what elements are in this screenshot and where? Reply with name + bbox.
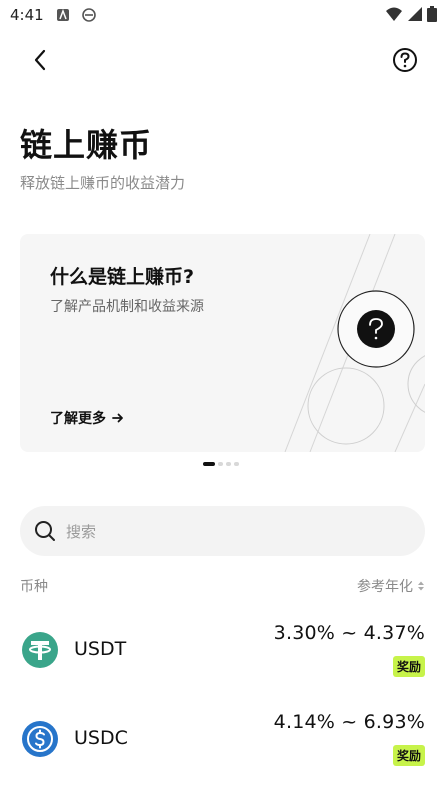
learn-more-label: 了解更多 xyxy=(50,411,106,427)
coin-apr: 4.14% ~ 6.93% xyxy=(273,711,425,733)
list-header: 币种 参考年化 xyxy=(20,576,425,596)
top-nav xyxy=(0,36,445,80)
signal-icon xyxy=(408,7,422,21)
arrow-right-icon xyxy=(112,413,123,423)
column-header-coin: 币种 xyxy=(20,579,48,595)
chevron-left-icon xyxy=(34,49,46,71)
back-button[interactable] xyxy=(22,42,58,78)
list-item[interactable]: USDC 4.14% ~ 6.93% 奖励 xyxy=(20,705,425,775)
search-icon xyxy=(35,521,55,541)
search-placeholder: 搜索 xyxy=(66,522,97,541)
carousel-indicator xyxy=(203,462,239,466)
info-banner[interactable]: 什么是链上赚币? 了解产品机制和收益来源 了解更多 xyxy=(20,234,425,452)
page-title: 链上赚币 xyxy=(20,126,153,164)
sort-by-apr-button[interactable]: 参考年化 xyxy=(357,576,425,596)
sort-icon xyxy=(418,581,424,591)
reward-badge: 奖励 xyxy=(392,745,425,766)
status-time: 4:41 xyxy=(10,6,44,24)
carousel-dot[interactable] xyxy=(234,462,239,466)
usdc-icon xyxy=(22,721,58,757)
battery-icon xyxy=(427,6,437,22)
banner-description: 了解产品机制和收益来源 xyxy=(50,299,204,315)
help-icon xyxy=(393,48,417,72)
coin-apr: 3.30% ~ 4.37% xyxy=(273,622,425,644)
learn-more-link[interactable]: 了解更多 xyxy=(50,408,124,428)
coin-name: USDC xyxy=(74,727,128,749)
carousel-dot-active[interactable] xyxy=(203,462,215,466)
tether-icon xyxy=(22,632,58,668)
status-bar: 4:41 xyxy=(0,0,445,30)
list-item[interactable]: USDT 3.30% ~ 4.37% 奖励 xyxy=(20,616,425,686)
wifi-icon xyxy=(386,7,402,21)
search-input[interactable]: 搜索 xyxy=(20,506,425,556)
help-button[interactable] xyxy=(387,42,423,78)
coin-name: USDT xyxy=(74,638,127,660)
banner-title: 什么是链上赚币? xyxy=(50,266,195,288)
reward-badge: 奖励 xyxy=(392,656,425,677)
page-subtitle: 释放链上赚币的收益潜力 xyxy=(20,174,186,192)
carousel-dot[interactable] xyxy=(218,462,223,466)
browser-notification-icon xyxy=(81,8,96,22)
carousel-dot[interactable] xyxy=(226,462,231,466)
status-right xyxy=(385,6,437,22)
column-header-apr: 参考年化 xyxy=(357,579,413,595)
app-notification-icon xyxy=(56,8,69,21)
